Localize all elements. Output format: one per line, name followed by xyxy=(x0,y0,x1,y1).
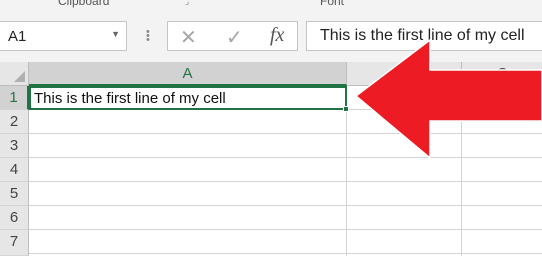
annotation-arrow xyxy=(354,38,542,160)
arrow-left-icon xyxy=(354,38,542,160)
